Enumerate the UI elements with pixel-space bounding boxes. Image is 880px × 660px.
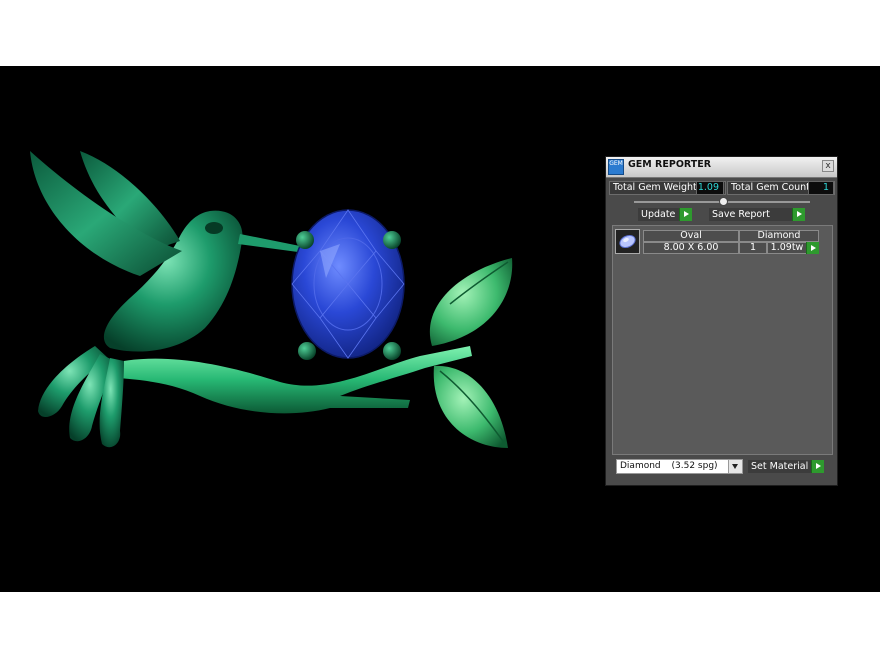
table-header-material: Diamond	[739, 230, 819, 242]
total-weight-value: 1.09	[696, 181, 724, 195]
prong	[298, 342, 316, 360]
chevron-down-icon	[728, 460, 742, 473]
update-label: Update	[641, 209, 676, 220]
gem-reporter-panel: GEM GEM REPORTER x Total Gem Weight 1.09…	[605, 156, 838, 486]
play-icon	[679, 208, 692, 221]
total-count-label: Total Gem Count	[731, 182, 810, 193]
table-cell-size: 8.00 X 6.00	[643, 242, 739, 254]
branch	[118, 346, 472, 414]
bird-eye	[205, 222, 223, 234]
panel-titlebar[interactable]: GEM GEM REPORTER x	[606, 157, 837, 178]
row-play-button[interactable]	[806, 242, 819, 254]
slider-knob[interactable]	[719, 197, 728, 206]
panel-title: GEM REPORTER	[628, 159, 712, 170]
upper-leaf	[429, 258, 513, 346]
update-button[interactable]: Update	[638, 208, 692, 221]
set-material-button[interactable]: Set Material	[748, 460, 824, 473]
gem-reporter-logo-icon: GEM	[608, 159, 624, 175]
total-count-value: 1	[808, 181, 834, 195]
prong	[296, 231, 314, 249]
prong	[383, 342, 401, 360]
play-icon	[792, 208, 805, 221]
save-report-button[interactable]: Save Report	[709, 208, 805, 221]
play-icon	[806, 242, 819, 254]
material-select-value: Diamond	[620, 461, 661, 471]
gem-list[interactable]: Oval Diamond 8.00 X 6.00 1 1.09tw	[612, 225, 833, 455]
material-select-spg: (3.52 spg)	[671, 461, 718, 471]
bird-beak	[238, 234, 300, 252]
table-cell-weight: 1.09tw	[767, 242, 807, 254]
material-select[interactable]: Diamond (3.52 spg)	[616, 459, 743, 474]
save-report-label: Save Report	[712, 209, 770, 220]
close-icon[interactable]: x	[822, 160, 834, 172]
table-cell-count: 1	[739, 242, 767, 254]
table-header-shape: Oval	[643, 230, 739, 242]
gem-thumbnail-icon[interactable]	[615, 229, 640, 254]
prong	[383, 231, 401, 249]
play-icon	[811, 460, 824, 473]
lower-leaf	[433, 365, 508, 448]
set-material-label: Set Material	[751, 461, 809, 472]
total-weight-label: Total Gem Weight	[613, 182, 697, 193]
